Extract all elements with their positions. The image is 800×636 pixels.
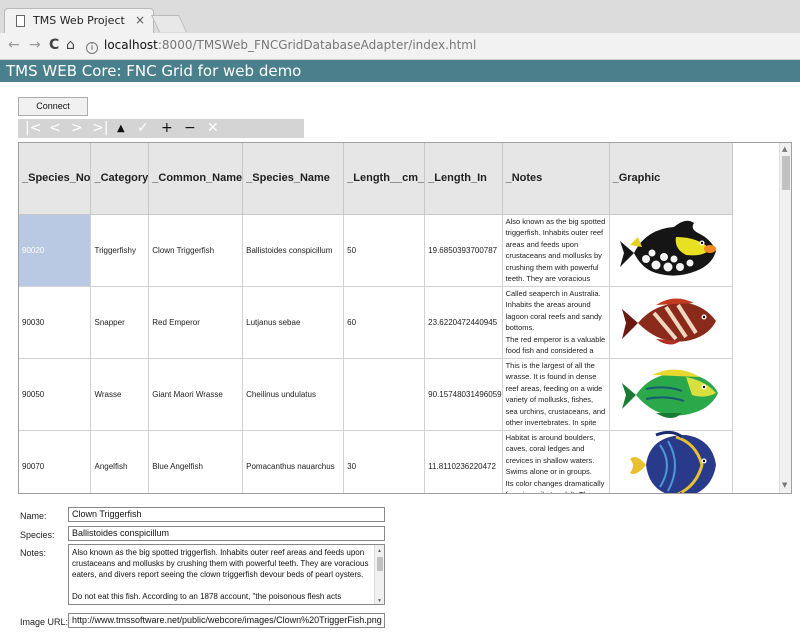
species-field[interactable]: Ballistoides conspicillum <box>68 526 385 541</box>
column-header[interactable]: _Category <box>90 143 150 215</box>
new-tab-button[interactable] <box>151 15 187 32</box>
table-row[interactable]: 90070 Angelfish Blue Angelfish Pomacanth… <box>19 430 733 493</box>
scroll-up-icon[interactable]: ▲ <box>377 546 382 557</box>
notes-paragraph: Do not eat this fish. According to an 18… <box>72 592 370 604</box>
prior-record-button[interactable]: < <box>49 120 61 137</box>
length-cm-cell[interactable]: 50 <box>343 214 426 287</box>
column-header[interactable]: _Notes <box>502 143 610 215</box>
species-no-cell[interactable]: 90070 <box>19 430 92 493</box>
length-in-cell[interactable]: 11.8110236220472 <box>424 430 503 493</box>
cancel-record-button[interactable]: ✕ <box>207 120 219 137</box>
notes-label: Notes: <box>20 548 47 558</box>
table-row[interactable]: 90020 Triggerfishy Clown Triggerfish Bal… <box>19 214 733 287</box>
page-icon <box>16 15 25 27</box>
length-in-cell[interactable]: 23.6220472440945 <box>424 286 503 359</box>
browser-toolbar: ← → C ⌂ i localhost:8000/TMSWeb_FNCGridDa… <box>0 33 800 60</box>
scrollbar-thumb[interactable] <box>782 156 790 190</box>
column-header[interactable]: _Common_Name <box>148 143 244 215</box>
url-path: :8000/TMSWeb_FNCGridDatabaseAdapter/inde… <box>157 38 477 52</box>
home-icon[interactable]: ⌂ <box>66 37 75 53</box>
grid-table: _Species_No _Category _Common_Name _Spec… <box>19 143 733 493</box>
image-url-label: Image URL: <box>20 617 69 627</box>
species-name-cell[interactable]: Pomacanthus nauarchus <box>242 430 345 493</box>
species-no-cell[interactable]: 90030 <box>19 286 92 359</box>
column-header[interactable]: _Graphic <box>609 143 733 215</box>
length-in-cell[interactable]: 90.15748031496059 <box>424 358 503 431</box>
table-row[interactable]: 90030 Snapper Red Emperor Lutjanus sebae… <box>19 286 733 359</box>
notes-cell[interactable]: Habitat is around boulders, caves, coral… <box>502 430 610 493</box>
forward-icon[interactable]: → <box>29 37 41 53</box>
notes-cell[interactable]: This is the largest of all the wrasse. I… <box>502 358 610 431</box>
graphic-cell[interactable] <box>609 430 733 493</box>
category-cell[interactable]: Snapper <box>90 286 150 359</box>
species-no-cell[interactable]: 90020 <box>19 214 92 287</box>
page-title: TMS WEB Core: FNC Grid for web demo <box>6 62 302 80</box>
length-cm-cell[interactable] <box>343 358 426 431</box>
scrollbar-thumb[interactable] <box>377 557 383 571</box>
column-header[interactable]: _Length__cm_ <box>343 143 426 215</box>
blue-angelfish-image <box>629 430 716 493</box>
tab-title: TMS Web Project <box>33 14 125 27</box>
length-cm-cell[interactable]: 30 <box>343 430 426 493</box>
scroll-down-icon[interactable]: ▼ <box>782 481 787 489</box>
species-label: Species: <box>20 530 55 540</box>
info-icon[interactable]: i <box>86 42 98 54</box>
first-record-button[interactable]: |< <box>25 120 41 137</box>
graphic-cell[interactable] <box>609 358 733 431</box>
table-row[interactable]: 90050 Wrasse Giant Maori Wrasse Cheilinu… <box>19 358 733 431</box>
next-record-button[interactable]: > <box>71 120 83 137</box>
address-bar[interactable]: i localhost:8000/TMSWeb_FNCGridDatabaseAd… <box>86 38 476 54</box>
scroll-down-icon[interactable]: ▼ <box>377 596 382 604</box>
last-record-button[interactable]: >| <box>92 120 108 137</box>
species-name-cell[interactable]: Lutjanus sebae <box>242 286 345 359</box>
database-navigator: |< < > >| ▲ ✓ + − ✕ <box>18 119 304 138</box>
image-url-field[interactable]: http://www.tmssoftware.net/public/webcor… <box>68 613 385 628</box>
back-icon[interactable]: ← <box>8 37 20 53</box>
category-cell[interactable]: Angelfish <box>90 430 150 493</box>
common-name-cell[interactable]: Red Emperor <box>148 286 244 359</box>
close-tab-icon[interactable]: × <box>135 13 145 27</box>
red-emperor-image <box>621 298 716 345</box>
common-name-cell[interactable]: Giant Maori Wrasse <box>148 358 244 431</box>
scroll-up-icon[interactable]: ▲ <box>782 145 787 153</box>
category-cell[interactable]: Wrasse <box>90 358 150 431</box>
grid-vertical-scrollbar[interactable]: ▲ ▼ <box>779 143 791 493</box>
notes-cell[interactable]: Also known as the big spotted triggerfis… <box>502 214 610 287</box>
graphic-cell[interactable] <box>609 286 733 359</box>
notes-paragraph: Also known as the big spotted triggerfis… <box>72 548 369 579</box>
giant-maori-wrasse-image <box>621 369 718 418</box>
common-name-cell[interactable]: Clown Triggerfish <box>148 214 244 287</box>
name-field[interactable]: Clown Triggerfish <box>68 507 385 522</box>
app-header: TMS WEB Core: FNC Grid for web demo <box>0 60 800 82</box>
browser-tab-bar: TMS Web Project × <box>0 0 800 33</box>
clown-triggerfish-image <box>619 220 716 276</box>
graphic-cell[interactable] <box>609 214 733 287</box>
delete-record-button[interactable]: − <box>184 120 196 137</box>
species-name-cell[interactable]: Cheilinus undulatus <box>242 358 345 431</box>
common-name-cell[interactable]: Blue Angelfish <box>148 430 244 493</box>
notes-cell[interactable]: Called seaperch in Australia. Inhabits t… <box>502 286 610 359</box>
category-cell[interactable]: Triggerfishy <box>90 214 150 287</box>
column-header[interactable]: _Length_In <box>424 143 503 215</box>
column-header[interactable]: _Species_No <box>19 143 92 215</box>
edit-record-button[interactable]: ▲ <box>117 120 125 137</box>
name-label: Name: <box>20 511 47 521</box>
browser-tab[interactable]: TMS Web Project × <box>4 8 154 33</box>
column-header[interactable]: _Species_Name <box>242 143 345 215</box>
insert-record-button[interactable]: + <box>161 120 173 137</box>
connect-button[interactable]: Connect <box>18 97 88 116</box>
grid-header-row: _Species_No _Category _Common_Name _Spec… <box>19 143 733 215</box>
notes-memo[interactable]: Also known as the big spotted triggerfis… <box>68 544 385 605</box>
memo-scrollbar[interactable]: ▲ ▼ <box>374 545 384 604</box>
post-record-button[interactable]: ✓ <box>137 120 149 137</box>
url-host: localhost <box>104 38 158 52</box>
species-no-cell[interactable]: 90050 <box>19 358 92 431</box>
length-in-cell[interactable]: 19.6850393700787 <box>424 214 503 287</box>
fish-grid[interactable]: _Species_No _Category _Common_Name _Spec… <box>18 142 792 494</box>
reload-icon[interactable]: C <box>49 37 59 53</box>
species-name-cell[interactable]: Ballistoides conspicillum <box>242 214 345 287</box>
length-cm-cell[interactable]: 60 <box>343 286 426 359</box>
